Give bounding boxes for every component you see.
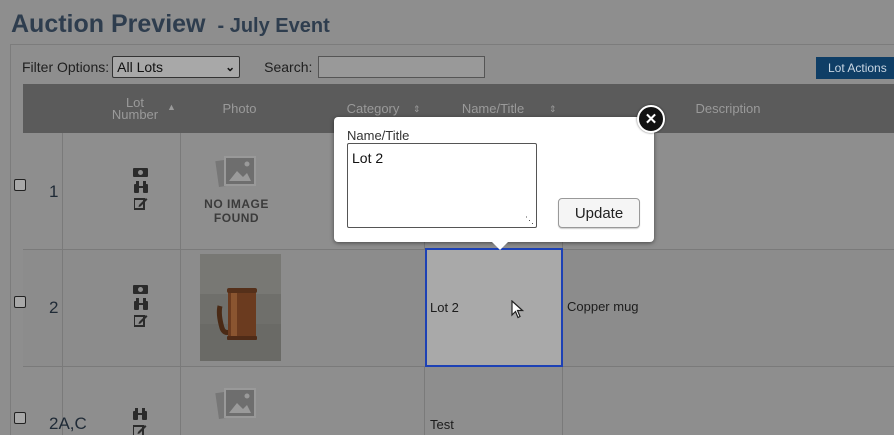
page-title: Auction Preview bbox=[11, 10, 206, 38]
filter-select-value: All Lots bbox=[117, 59, 164, 75]
no-image-line2: FOUND bbox=[213, 211, 260, 225]
binoculars-icon[interactable] bbox=[133, 181, 148, 193]
page-header: Auction Preview - July Event bbox=[11, 10, 330, 44]
description-value[interactable]: Copper mug bbox=[567, 299, 639, 314]
no-image-placeholder: NO IMAGE FOUND bbox=[180, 153, 293, 225]
row-checkbox[interactable] bbox=[14, 179, 26, 191]
column-header-photo: Photo bbox=[222, 100, 257, 116]
popup-pointer bbox=[491, 241, 509, 250]
lot-number: 1 bbox=[49, 182, 59, 201]
name-title-edit-popup: Name/Title Lot 2 ⋱ Update bbox=[334, 117, 654, 242]
binoculars-icon[interactable] bbox=[133, 408, 147, 420]
binoculars-icon[interactable] bbox=[133, 298, 148, 310]
copper-mug-image bbox=[200, 254, 281, 361]
camera-icon[interactable] bbox=[133, 167, 148, 177]
row-actions bbox=[133, 284, 148, 327]
mouse-cursor-icon bbox=[511, 300, 524, 319]
row-actions bbox=[133, 167, 148, 210]
name-title-value[interactable]: Test bbox=[430, 417, 454, 432]
row-checkbox[interactable] bbox=[14, 412, 26, 424]
page-subtitle: - July Event bbox=[217, 15, 330, 37]
resize-grip-icon[interactable]: ⋱ bbox=[525, 216, 534, 225]
column-divider bbox=[424, 367, 425, 435]
filter-options-label: Filter Options: bbox=[22, 59, 110, 75]
sort-icon[interactable]: ⇕ bbox=[413, 104, 421, 115]
name-title-value[interactable]: Lot 2 bbox=[430, 300, 459, 315]
update-button[interactable]: Update bbox=[558, 198, 640, 228]
edit-icon[interactable] bbox=[133, 197, 148, 210]
row-actions bbox=[133, 408, 147, 435]
sort-icon[interactable]: ⇕ bbox=[549, 104, 557, 115]
edit-icon[interactable] bbox=[133, 314, 148, 327]
popup-field-label: Name/Title bbox=[347, 128, 410, 143]
lot-number: 2A,C bbox=[49, 414, 87, 433]
lot-number: 2 bbox=[49, 298, 59, 317]
lot-photo-copper-mug[interactable] bbox=[200, 254, 281, 361]
table-row bbox=[23, 367, 894, 435]
column-divider bbox=[62, 133, 63, 249]
name-title-textarea[interactable]: Lot 2 ⋱ bbox=[347, 143, 537, 228]
lot-actions-button[interactable]: Lot Actions bbox=[816, 57, 894, 79]
image-placeholder-icon bbox=[214, 156, 256, 187]
close-icon[interactable]: ✕ bbox=[637, 105, 665, 133]
column-divider bbox=[180, 250, 181, 366]
image-placeholder-icon bbox=[214, 388, 256, 419]
no-image-placeholder bbox=[180, 385, 293, 423]
filter-select[interactable]: All Lots ⌄ bbox=[112, 56, 241, 78]
textarea-value: Lot 2 bbox=[352, 150, 384, 166]
column-divider bbox=[62, 250, 63, 366]
edit-icon[interactable] bbox=[133, 424, 147, 435]
sort-asc-icon[interactable]: ▲ bbox=[167, 102, 176, 112]
no-image-line1: NO IMAGE bbox=[204, 197, 269, 211]
row-checkbox[interactable] bbox=[14, 296, 26, 308]
search-label: Search: bbox=[264, 59, 313, 75]
camera-icon[interactable] bbox=[133, 284, 148, 294]
search-input[interactable] bbox=[318, 56, 486, 78]
filter-bar: Filter Options: All Lots ⌄ Search: bbox=[22, 55, 486, 79]
column-divider bbox=[562, 367, 563, 435]
column-lot-line2: Number bbox=[111, 106, 159, 122]
chevron-down-icon: ⌄ bbox=[225, 60, 236, 74]
